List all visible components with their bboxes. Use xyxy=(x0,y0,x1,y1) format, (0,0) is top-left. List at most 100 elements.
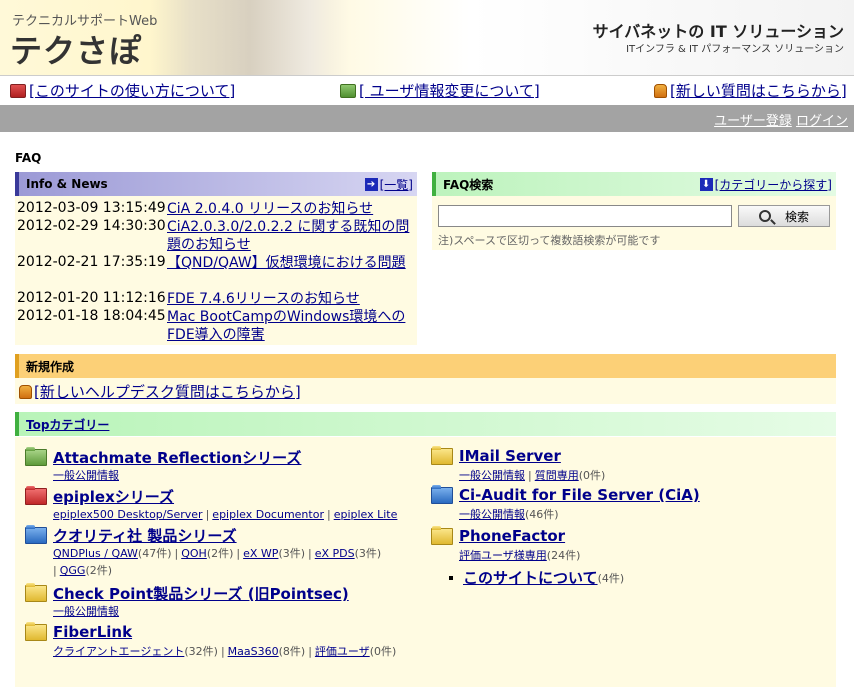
subcategory-link[interactable]: 質問専用 xyxy=(535,469,579,482)
company-tagline: ITインフラ & IT パフォーマンス ソリューション xyxy=(626,44,844,55)
category-link[interactable]: クオリティ社 製品シリーズ xyxy=(53,525,237,546)
subcategory-link[interactable]: 一般公開情報 xyxy=(53,469,119,482)
folder-yellow-icon xyxy=(431,445,453,465)
company-name: サイバネットの IT ソリューション xyxy=(592,22,844,41)
news-item: 2012-02-21 17:35:19 【QND/QAW】仮想環境における問題 xyxy=(17,254,415,272)
news-date: 2012-01-20 11:12:16 xyxy=(17,290,166,306)
subcategory-count: (2件) xyxy=(206,547,234,560)
folder-yellow-icon xyxy=(25,621,47,641)
news-item: 2012-01-20 11:12:16 FDE 7.4.6リリースのお知らせ xyxy=(17,290,415,308)
news-list-link[interactable]: [一覧] xyxy=(380,176,413,193)
news-title-link[interactable]: Mac BootCampのWindows環境へのFDE導入の障害 xyxy=(167,308,415,344)
nav-link-howto[interactable]: [このサイトの使い方について] xyxy=(29,80,235,101)
folder-yellow-icon xyxy=(431,525,453,545)
subcategory-link[interactable]: epiplex Documentor xyxy=(212,508,324,521)
arrow-right-icon: ➔ xyxy=(364,178,378,191)
subcategory-link[interactable]: 一般公開情報 xyxy=(459,469,525,482)
subcategory-link[interactable]: 評価ユーザ様専用 xyxy=(459,549,547,562)
subcategory-link[interactable]: eX PDS xyxy=(315,547,355,560)
folder-yellow-icon xyxy=(25,583,47,602)
category-link[interactable]: epiplexシリーズ xyxy=(53,486,174,507)
category-link[interactable]: IMail Server xyxy=(459,447,561,465)
hand-icon xyxy=(654,83,667,98)
top-categories-body: Attachmate Reflectionシリーズ 一般公開情報 epiplex… xyxy=(15,437,836,687)
subcategory-link[interactable]: epiplex500 Desktop/Server xyxy=(53,508,203,521)
nav-item-new-question[interactable]: [新しい質問はこちらから] xyxy=(654,80,847,101)
subcategory-count: (3件) xyxy=(354,547,382,560)
subcategory-link[interactable]: 一般公開情報 xyxy=(53,605,119,618)
category-search-link[interactable]: [カテゴリーから探す] xyxy=(715,176,832,193)
faq-search-body: 検索 注)スペースで区切って複数語検索が可能です xyxy=(432,196,836,250)
subcategory-link[interactable]: 評価ユーザ xyxy=(315,645,370,658)
info-news-body: 2012-03-09 13:15:49 CiA 2.0.4.0 リリースのお知ら… xyxy=(15,196,417,345)
hand-icon xyxy=(19,384,32,399)
category-link[interactable]: Check Point製品シリーズ (旧Pointsec) xyxy=(53,583,349,604)
news-item: 2012-01-18 18:04:45 Mac BootCampのWindows… xyxy=(17,308,415,344)
news-title-link[interactable]: FDE 7.4.6リリースのお知らせ xyxy=(167,290,415,308)
category-link[interactable]: PhoneFactor xyxy=(459,527,565,545)
subcategory-link[interactable]: eX WP xyxy=(243,547,278,560)
new-helpdesk-link[interactable]: [新しいヘルプデスク質問はこちらから] xyxy=(34,381,301,402)
top-categories-header: Topカテゴリー xyxy=(15,412,836,436)
magnifier-icon xyxy=(758,210,771,222)
news-date: 2012-02-21 17:35:19 xyxy=(17,254,166,270)
subcategory-link[interactable]: QGG xyxy=(60,564,86,577)
news-date: 2012-01-18 18:04:45 xyxy=(17,308,166,324)
search-input[interactable] xyxy=(438,205,732,227)
new-helpdesk-item[interactable]: [新しいヘルプデスク質問はこちらから] xyxy=(19,381,301,402)
subcategory-count: (3件) xyxy=(278,547,306,560)
subcategory-link[interactable]: QNDPlus / QAW xyxy=(53,547,138,560)
folder-blue-icon xyxy=(431,484,453,504)
search-button[interactable]: 検索 xyxy=(738,205,830,227)
search-hint: 注)スペースで区切って複数語検索が可能です xyxy=(438,234,661,247)
subcategory-count: (0件) xyxy=(369,645,397,658)
category-link[interactable]: FiberLink xyxy=(53,623,132,641)
nav-item-howto[interactable]: [このサイトの使い方について] xyxy=(10,80,235,101)
book-red-icon xyxy=(10,83,26,98)
login-link[interactable]: ログイン xyxy=(796,114,848,129)
page-title: FAQ xyxy=(15,151,42,165)
arrow-down-icon: ⬇ xyxy=(699,178,713,191)
about-site-link[interactable]: このサイトについて xyxy=(463,567,598,588)
subcategory-link[interactable]: MaaS360 xyxy=(228,645,279,658)
new-section-title: 新規作成 xyxy=(26,359,75,374)
subcategory-count: (32件) xyxy=(184,645,218,658)
book-green-icon xyxy=(340,83,356,98)
news-date: 2012-02-29 14:30:30 xyxy=(17,218,166,234)
info-news-header: Info & News ➔ [一覧] xyxy=(15,172,417,196)
account-bar: ユーザー登録 ログイン xyxy=(0,105,854,132)
subcategory-count: (46件) xyxy=(525,508,559,521)
nav-link-user-info[interactable]: [ ユーザ情報変更について] xyxy=(359,80,540,101)
nav-item-user-info[interactable]: [ ユーザ情報変更について] xyxy=(340,80,540,101)
subcategory-count: (8件) xyxy=(278,645,306,658)
category-link[interactable]: Attachmate Reflectionシリーズ xyxy=(53,447,301,468)
faq-search-header: FAQ検索 ⬇ [カテゴリーから探す] xyxy=(432,172,836,196)
news-item: 2012-03-09 13:15:49 CiA 2.0.4.0 リリースのお知ら… xyxy=(17,200,415,218)
subcategory-link[interactable]: クライアントエージェント xyxy=(53,645,184,658)
new-section-body: [新しいヘルプデスク質問はこちらから] xyxy=(15,378,836,404)
nav-link-new-question[interactable]: [新しい質問はこちらから] xyxy=(670,80,847,101)
news-item: 2012-02-29 14:30:30 CiA2.0.3.0/2.0.2.2 に… xyxy=(17,218,415,254)
top-categories-link[interactable]: Topカテゴリー xyxy=(26,416,109,433)
subcategory-count: (47件) xyxy=(137,547,172,560)
subcategory-count: (0件) xyxy=(578,469,606,482)
category-link[interactable]: Ci-Audit for File Server (CiA) xyxy=(459,486,700,504)
subcategory-count: (2件) xyxy=(85,564,113,577)
folder-blue-icon xyxy=(25,525,47,544)
register-link[interactable]: ユーザー登録 xyxy=(714,114,792,129)
news-date: 2012-03-09 13:15:49 xyxy=(17,200,166,216)
subcategory-count: (24件) xyxy=(546,549,581,562)
site-title[interactable]: テクさぽ xyxy=(10,26,142,72)
new-section-header: 新規作成 xyxy=(15,354,836,378)
subcategory-link[interactable]: QOH xyxy=(181,547,207,560)
info-news-title: Info & News xyxy=(26,177,108,191)
search-button-label: 検索 xyxy=(784,209,809,224)
site-header: テクニカルサポートWeb テクさぽ サイバネットの IT ソリューション ITイ… xyxy=(0,0,854,75)
news-title-link[interactable]: CiA 2.0.4.0 リリースのお知らせ xyxy=(167,200,415,218)
header-photo xyxy=(150,0,350,75)
subcategory-link[interactable]: 一般公開情報 xyxy=(459,508,525,521)
news-title-link[interactable]: CiA2.0.3.0/2.0.2.2 に関する既知の問題のお知らせ xyxy=(167,218,415,254)
news-title-link[interactable]: 【QND/QAW】仮想環境における問題 xyxy=(167,254,415,272)
subcategory-link[interactable]: epiplex Lite xyxy=(334,508,398,521)
folder-green-icon xyxy=(25,447,47,466)
